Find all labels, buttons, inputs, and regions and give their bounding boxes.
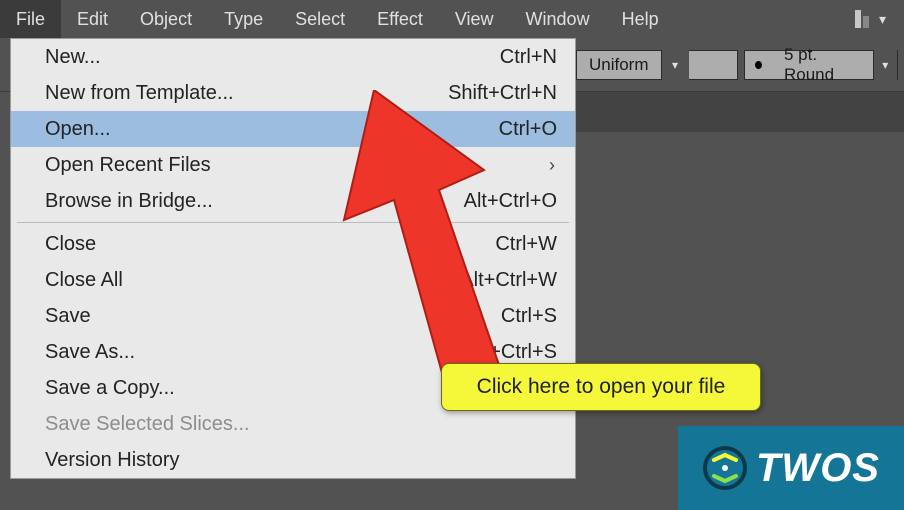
menu-view-label: View — [455, 9, 494, 30]
chevron-down-icon: ▾ — [661, 50, 689, 80]
menu-item-label: New from Template... — [45, 82, 234, 105]
menu-type[interactable]: Type — [208, 0, 279, 38]
menu-item-browse-bridge[interactable]: Browse in Bridge... Alt+Ctrl+O — [11, 183, 575, 219]
menu-item-shortcut: Shift+Ctrl+N — [448, 82, 557, 105]
menu-item-label: Browse in Bridge... — [45, 190, 213, 213]
annotation-tooltip: Click here to open your file — [441, 363, 761, 411]
menu-item-shortcut: Ctrl+W — [495, 233, 557, 256]
menu-item-label: Close — [45, 233, 96, 256]
menu-item-shortcut: Ctrl+S — [501, 305, 557, 328]
menu-item-label: Open... — [45, 118, 111, 141]
menu-file[interactable]: File — [0, 0, 61, 38]
brush-label: 5 pt. Round — [772, 45, 873, 85]
menu-window[interactable]: Window — [510, 0, 606, 38]
workspace-icon — [855, 10, 869, 28]
menu-type-label: Type — [224, 9, 263, 30]
menu-item-label: Save — [45, 305, 91, 328]
chevron-down-icon: ▾ — [879, 11, 886, 28]
menu-edit[interactable]: Edit — [61, 0, 124, 38]
menu-help-label: Help — [622, 9, 659, 30]
menu-item-label: Open Recent Files — [45, 154, 211, 177]
brand-logo-icon — [702, 445, 748, 491]
menu-item-label: Save Selected Slices... — [45, 413, 250, 436]
menu-item-label: Version History — [45, 449, 180, 472]
menu-item-shortcut: Ctrl+N — [500, 46, 557, 69]
menu-select[interactable]: Select — [279, 0, 361, 38]
menu-item-shortcut: Alt+Ctrl+W — [460, 269, 557, 292]
menu-item-save-slices: Save Selected Slices... — [11, 406, 575, 442]
stroke-profile-dropdown[interactable]: Uniform ▾ — [576, 50, 738, 80]
menu-effect-label: Effect — [377, 9, 423, 30]
menu-item-label: Save As... — [45, 341, 135, 364]
brand-badge: TWOS — [678, 426, 904, 510]
menu-item-close-all[interactable]: Close All Alt+Ctrl+W — [11, 262, 575, 298]
menu-item-close[interactable]: Close Ctrl+W — [11, 226, 575, 262]
menu-item-label: Close All — [45, 269, 123, 292]
menu-item-shortcut: Alt+Ctrl+O — [464, 190, 557, 213]
document-tab-bar — [575, 92, 904, 132]
menu-item-label: New... — [45, 46, 101, 69]
stroke-profile-label: Uniform — [577, 55, 661, 75]
menu-item-label: Save a Copy... — [45, 377, 175, 400]
menu-help[interactable]: Help — [606, 0, 675, 38]
menu-item-version-history[interactable]: Version History — [11, 442, 575, 478]
dot-icon — [755, 61, 762, 69]
menu-separator — [17, 222, 569, 223]
menu-object[interactable]: Object — [124, 0, 208, 38]
menu-window-label: Window — [526, 9, 590, 30]
menu-select-label: Select — [295, 9, 345, 30]
menu-effect[interactable]: Effect — [361, 0, 439, 38]
brand-text: TWOS — [756, 446, 880, 491]
menu-item-save[interactable]: Save Ctrl+S — [11, 298, 575, 334]
file-menu: New... Ctrl+N New from Template... Shift… — [10, 38, 576, 479]
menu-object-label: Object — [140, 9, 192, 30]
menu-item-shortcut: Ctrl+O — [499, 118, 557, 141]
menu-item-new-from-template[interactable]: New from Template... Shift+Ctrl+N — [11, 75, 575, 111]
brush-dropdown[interactable]: 5 pt. Round ▾ — [744, 50, 898, 80]
menu-item-new[interactable]: New... Ctrl+N — [11, 39, 575, 75]
menu-edit-label: Edit — [77, 9, 108, 30]
menu-item-open-recent[interactable]: Open Recent Files › — [11, 147, 575, 183]
chevron-down-icon: ▾ — [873, 50, 898, 80]
menu-file-label: File — [16, 9, 45, 30]
menu-bar: File Edit Object Type Select Effect View… — [0, 0, 904, 38]
menu-item-open[interactable]: Open... Ctrl+O — [11, 111, 575, 147]
annotation-tooltip-text: Click here to open your file — [477, 375, 726, 399]
submenu-arrow-icon: › — [549, 155, 557, 176]
menu-view[interactable]: View — [439, 0, 510, 38]
workspace-switcher[interactable]: ▾ — [855, 10, 904, 28]
menu-item-shortcut: Shift+Ctrl+S — [449, 341, 557, 364]
